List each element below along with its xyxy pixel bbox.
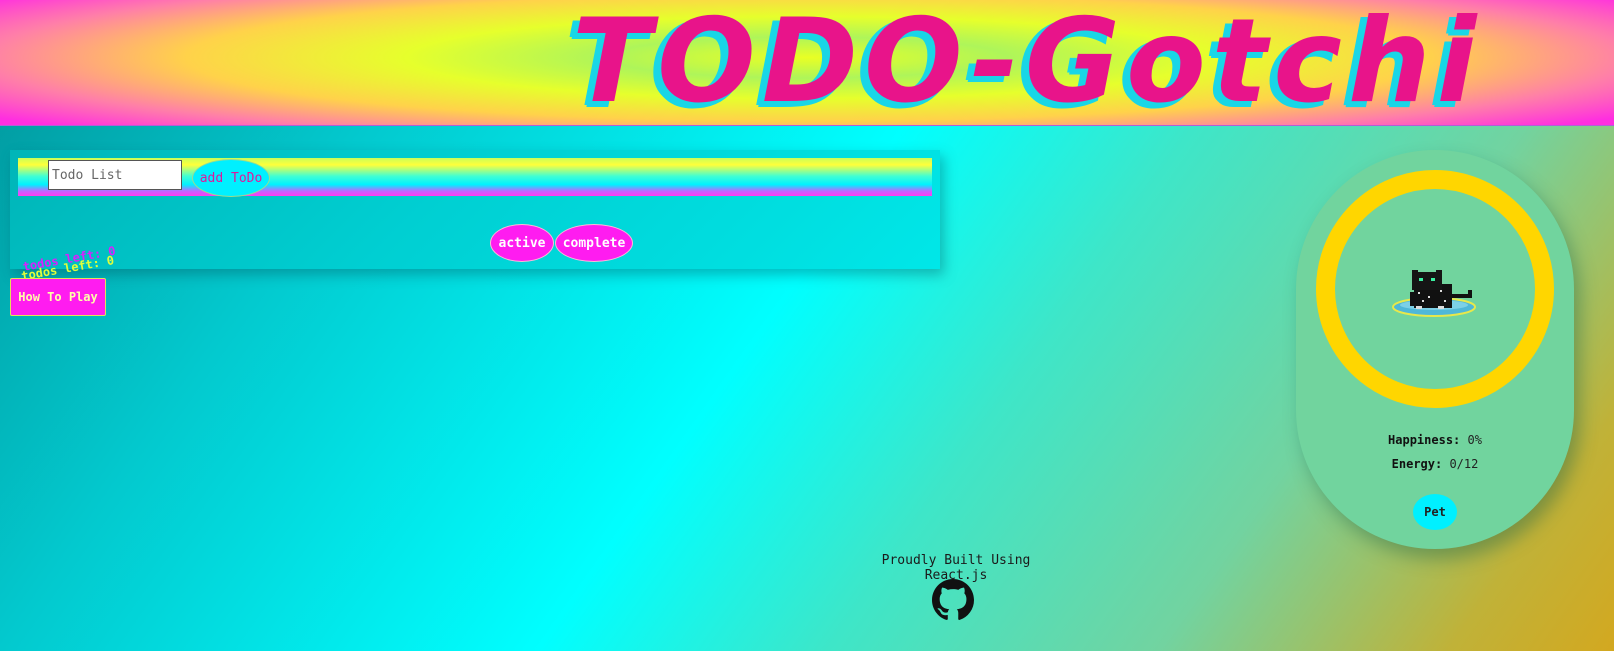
pet-button[interactable]: Pet	[1413, 494, 1457, 530]
happiness-value: 0%	[1467, 433, 1482, 447]
energy-stat: Energy: 0/12	[1296, 457, 1574, 471]
happiness-label: Happiness:	[1388, 433, 1461, 447]
todo-input-bar: add ToDo	[18, 158, 932, 197]
happiness-stat: Happiness: 0%	[1296, 433, 1574, 447]
pet-cat-icon[interactable]	[1392, 270, 1478, 320]
github-icon[interactable]	[932, 579, 974, 621]
add-todo-button[interactable]: add ToDo	[192, 159, 270, 197]
energy-label: Energy:	[1391, 457, 1443, 471]
header-banner: TODO-Gotchi	[0, 0, 1614, 129]
page-title: TODO-Gotchi	[572, 0, 1483, 129]
todo-panel: add ToDo active complete	[10, 150, 940, 269]
energy-value: 0/12	[1449, 457, 1479, 471]
how-to-play-button[interactable]: How To Play	[10, 278, 106, 316]
pet-panel: Happiness: 0% Energy: 0/12 Pet	[1296, 150, 1574, 549]
todo-input[interactable]	[48, 160, 182, 190]
filter-active-button[interactable]: active	[490, 224, 554, 262]
filter-complete-button[interactable]: complete	[555, 224, 633, 262]
